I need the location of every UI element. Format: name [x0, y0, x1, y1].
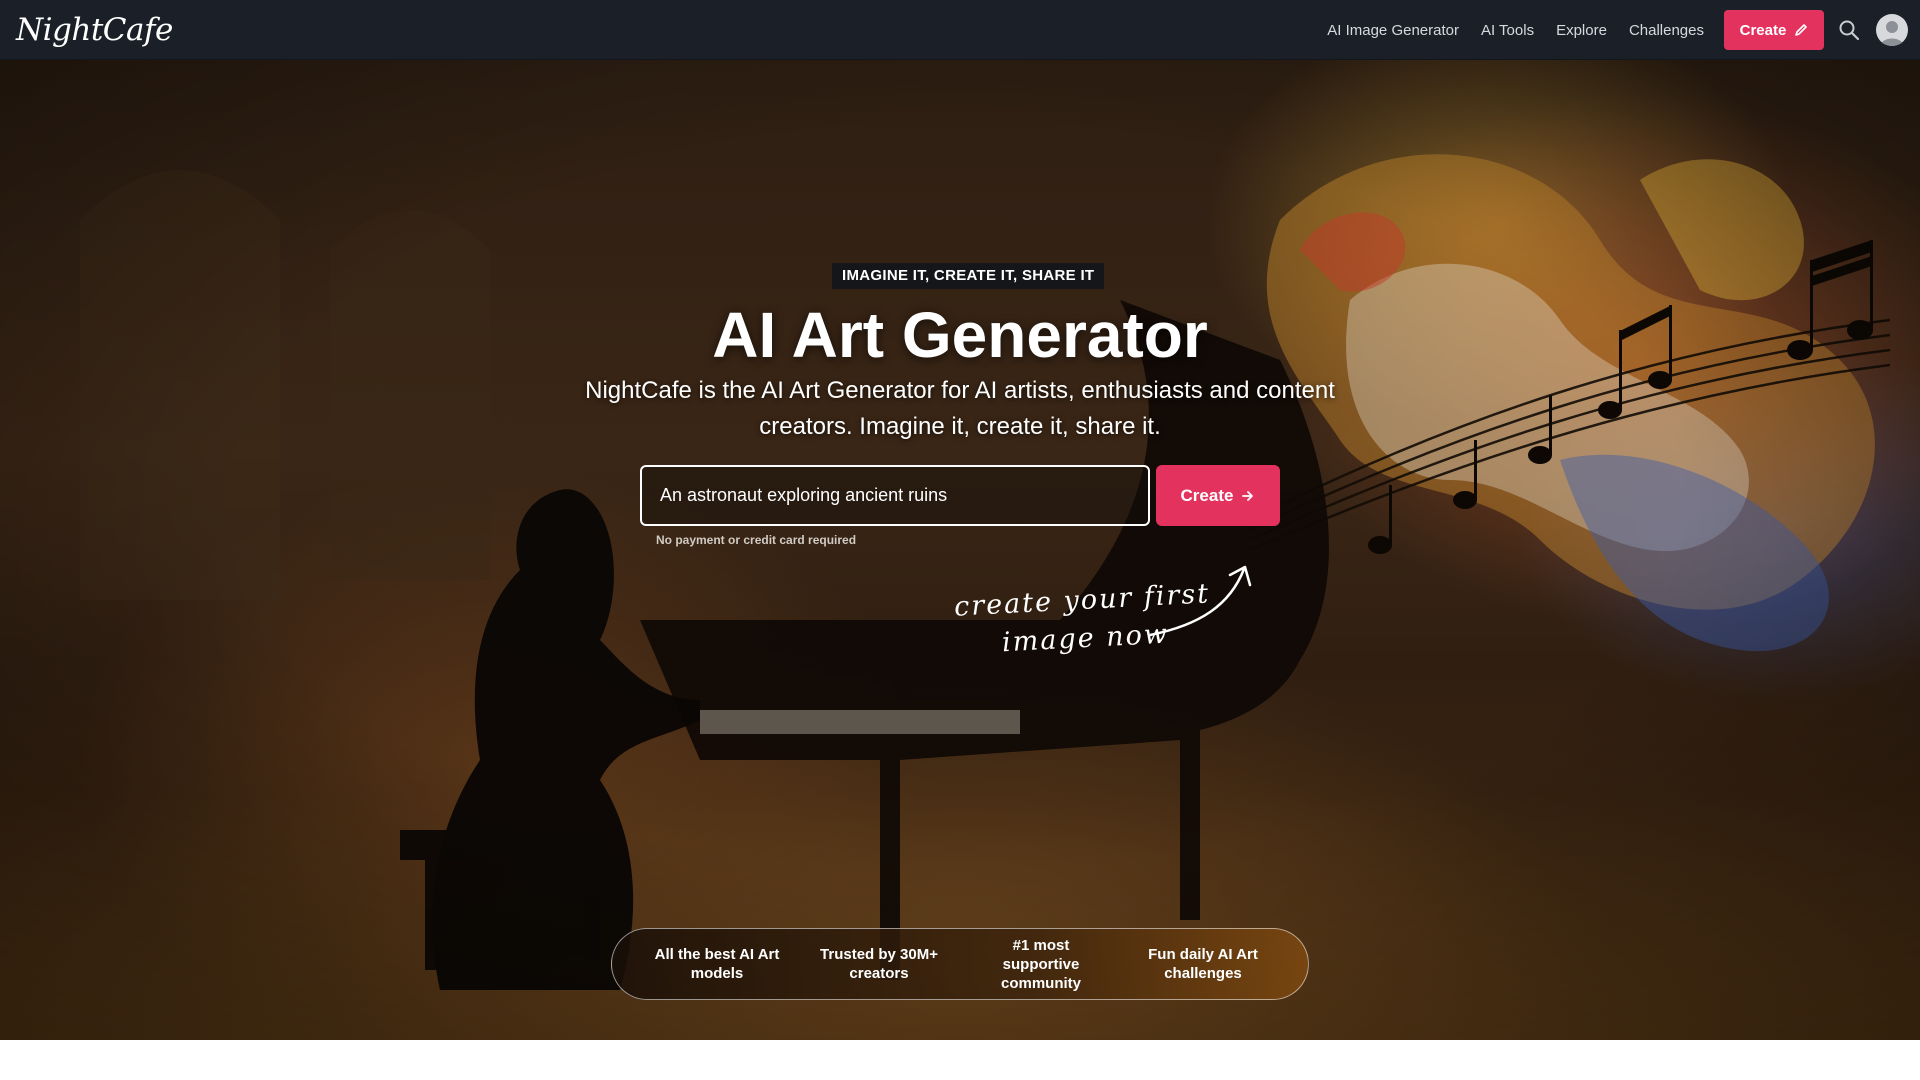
nav-link-ai-tools[interactable]: AI Tools: [1481, 22, 1534, 39]
hero-background-image: [0, 60, 1920, 1040]
hero-tagline: IMAGINE IT, CREATE IT, SHARE IT: [832, 263, 1105, 289]
search-icon[interactable]: [1838, 19, 1860, 41]
nav-link-ai-image-generator[interactable]: AI Image Generator: [1327, 22, 1459, 39]
nightcafe-logo[interactable]: NightCafe: [16, 8, 173, 52]
curved-arrow-icon: [1150, 565, 1252, 637]
prompt-input[interactable]: An astronaut exploring ancient ruins: [640, 465, 1150, 526]
hero-subtitle: NightCafe is the AI Art Generator for AI…: [585, 377, 1335, 440]
avatar-icon: [1880, 21, 1904, 46]
page-title: AI Art Generator: [712, 299, 1208, 371]
nav-links: AI Image Generator AI Tools Explore Chal…: [1327, 0, 1704, 60]
feature-daily-challenges: Fun daily AI Art challenges: [1148, 946, 1258, 982]
feature-best-models: All the best AI Art models: [654, 946, 780, 982]
page-below-hero: [0, 1040, 1920, 1080]
hero-section: IMAGINE IT, CREATE IT, SHARE IT AI Art G…: [0, 60, 1920, 1040]
handwritten-callout: create your first image now: [950, 565, 1270, 675]
top-navbar: NightCafe AI Image Generator AI Tools Ex…: [0, 0, 1920, 60]
nav-create-button[interactable]: Create: [1724, 10, 1824, 50]
nav-create-label: Create: [1739, 21, 1787, 39]
callout-line-2: image now: [1001, 618, 1170, 659]
user-avatar[interactable]: [1876, 14, 1908, 46]
hero-create-label: Create: [1180, 485, 1234, 505]
nav-link-explore[interactable]: Explore: [1556, 22, 1607, 39]
feature-trusted-creators: Trusted by 30M+ creators: [820, 946, 938, 982]
no-payment-note: No payment or credit card required: [656, 533, 857, 547]
feature-supportive-community: #1 most supportive community: [1000, 936, 1081, 992]
nav-link-challenges[interactable]: Challenges: [1629, 22, 1704, 39]
hero-create-button[interactable]: Create: [1156, 465, 1280, 526]
features-bar: All the best AI Art models Trusted by 30…: [611, 928, 1309, 1000]
arrow-right-icon: [1242, 490, 1254, 501]
pencil-icon: [1795, 24, 1808, 36]
